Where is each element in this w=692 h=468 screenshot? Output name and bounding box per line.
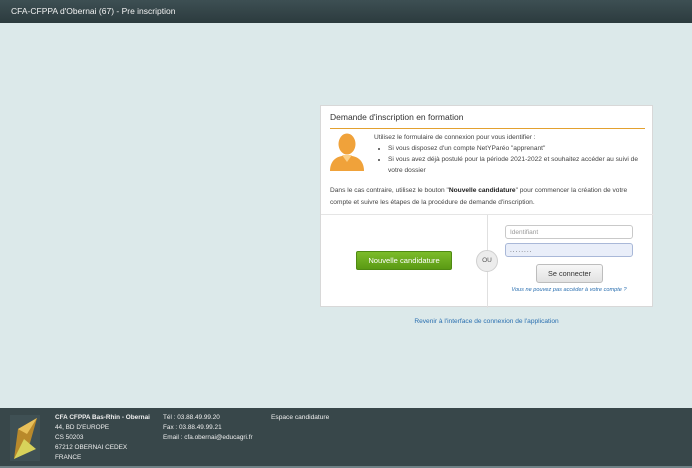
help-paragraph: Dans le cas contraire, utilisez le bouto… [330,187,628,206]
footer-address-line: CS 50203 [55,434,84,441]
app-title: CFA-CFPPA d'Obernai (67) - Pre inscripti… [11,6,176,16]
password-input[interactable] [505,243,633,257]
footer-contact: Tél : 03.88.49.99.20 Fax : 03.88.49.99.2… [163,413,253,443]
registration-card: Demande d'inscription en formation Utili… [320,105,654,308]
footer-email: Email : cfa.obernai@educagri.fr [163,434,253,441]
person-silhouette-icon [330,133,364,171]
app-header: CFA-CFPPA d'Obernai (67) - Pre inscripti… [0,0,692,23]
footer-org-name: CFA CFPPA Bas-Rhin - Obernai [55,414,150,421]
footer-space-label: Espace candidature [271,414,330,421]
identifier-input[interactable] [505,225,633,239]
footer-address-line: 67212 OBERNAI CEDEX [55,444,128,451]
footer-fax: Fax : 03.88.49.99.21 [163,424,222,431]
cfa-logo-icon [10,415,40,461]
footer-phone: Tél : 03.88.49.99.20 [163,414,220,421]
bullet-item: Si vous disposez d'un compte NetYParéo "… [388,143,644,154]
login-button[interactable]: Se connecter [536,264,603,283]
or-badge: OU [476,250,498,272]
intro-bullets: Si vous disposez d'un compte NetYParéo "… [388,143,644,176]
forgot-account-link[interactable]: Vous ne pouvez pas accéder à votre compt… [497,287,641,293]
footer-address-line: FRANCE [55,454,82,461]
intro-text: Utilisez le formulaire de connexion pour… [374,132,644,176]
back-to-login-link[interactable]: Revenir à l'interface de connexion de l'… [320,318,653,325]
card-title: Demande d'inscription en formation [330,112,645,129]
footer-address: CFA CFPPA Bas-Rhin - Obernai 44, BD D'EU… [55,413,150,463]
footer-address-line: 44, BD D'EUROPE [55,424,110,431]
new-candidature-button[interactable]: Nouvelle candidature [356,251,452,270]
bullet-item: Si vous avez déjà postulé pour la périod… [388,154,644,176]
footer: CFA CFPPA Bas-Rhin - Obernai 44, BD D'EU… [0,408,692,468]
